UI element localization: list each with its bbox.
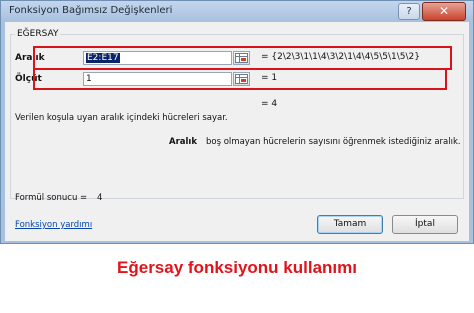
formula-result-label: Formül sonucu = xyxy=(15,193,88,203)
criteria-highlight xyxy=(33,68,447,90)
cancel-button[interactable]: İptal xyxy=(392,215,458,234)
function-description: Verilen koşula uyan aralık içindeki hücr… xyxy=(15,113,228,123)
close-icon[interactable]: ✕ xyxy=(422,2,466,21)
argument-help-text: boş olmayan hücrelerin sayısını öğrenmek… xyxy=(206,137,461,147)
overall-result: = 4 xyxy=(261,99,278,109)
argument-help-name: Aralık xyxy=(169,137,197,147)
function-help-link[interactable]: Fonksiyon yardımı xyxy=(15,220,92,230)
window-title: Fonksiyon Bağımsız Değişkenleri xyxy=(9,5,173,16)
function-name-label: EĞERSAY xyxy=(15,29,61,39)
title-bar[interactable]: Fonksiyon Bağımsız Değişkenleri ? ✕ xyxy=(1,1,473,21)
function-arguments-dialog: Fonksiyon Bağımsız Değişkenleri ? ✕ EĞER… xyxy=(0,0,474,244)
help-icon[interactable]: ? xyxy=(398,3,420,20)
caption-text: Eğersay fonksiyonu kullanımı xyxy=(117,258,357,277)
ok-button[interactable]: Tamam xyxy=(317,215,383,234)
dialog-body: EĞERSAY Aralık E2:E17 = {2\2\3\1\1\4\3\2… xyxy=(5,22,469,241)
range-highlight xyxy=(33,46,452,70)
formula-result-value: 4 xyxy=(97,193,103,203)
